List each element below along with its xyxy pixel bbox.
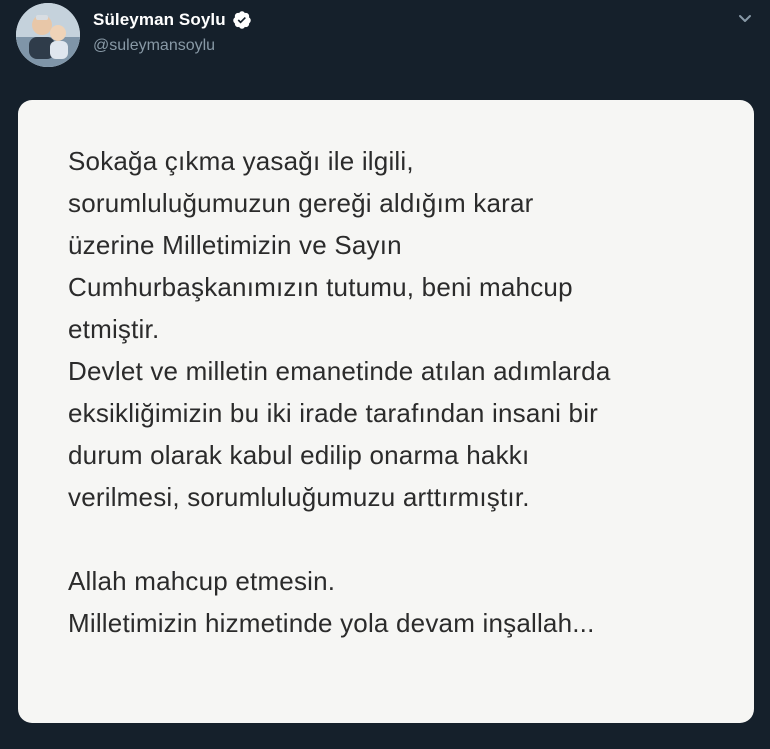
profile-avatar[interactable] (16, 3, 80, 67)
display-name[interactable]: Süleyman Soylu (93, 10, 226, 30)
tweet-image-card[interactable]: Sokağa çıkma yasağı ile ilgili, sorumlul… (18, 100, 754, 723)
author-name-row: Süleyman Soylu (93, 10, 252, 30)
bottom-divider (0, 735, 770, 749)
verified-badge-icon (232, 11, 251, 29)
chevron-down-icon[interactable] (736, 10, 754, 28)
statement-text: Sokağa çıkma yasağı ile ilgili, sorumlul… (68, 146, 611, 638)
author-handle[interactable]: @suleymansoylu (93, 37, 215, 55)
tweet-header: Süleyman Soylu @suleymansoylu (0, 0, 770, 80)
avatar-photo-icon (16, 3, 80, 67)
